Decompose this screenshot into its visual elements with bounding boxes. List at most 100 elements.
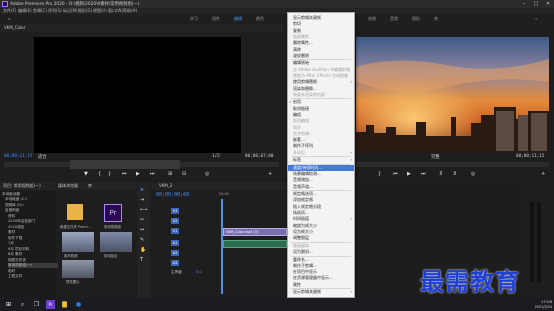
tree-item[interactable]: 软件下载 <box>8 236 58 241</box>
track-target[interactable]: A1 <box>171 240 179 246</box>
media-browser-tab[interactable]: 媒体浏览器 <box>58 182 78 190</box>
tree-item[interactable]: 本地驱动器 <box>2 192 52 197</box>
context-menu-item[interactable]: 调整图层 <box>288 235 354 241</box>
libraries-tab[interactable]: 库 <box>88 182 92 190</box>
workspace-tab[interactable]: 图形 <box>412 15 420 23</box>
task-view-icon[interactable]: ❐ <box>32 300 41 309</box>
tree-item[interactable]: 素材 <box>8 230 58 235</box>
step-back-icon[interactable]: ⏮ <box>393 171 398 177</box>
file-explorer-icon[interactable]: ▇ <box>60 300 69 309</box>
step-forward-icon[interactable]: ⏭ <box>421 171 426 177</box>
step-back-icon[interactable]: ⏮ <box>122 171 127 177</box>
tree-item[interactable]: 百度网盘 <box>5 208 55 213</box>
mark-out-icon[interactable]: } <box>378 171 381 177</box>
workspace-tab-active[interactable]: 编辑 <box>234 15 242 23</box>
workspace-tab[interactable]: 库 <box>434 15 438 23</box>
workspace-tab[interactable]: 音频 <box>390 15 398 23</box>
track-target[interactable]: A2 <box>171 250 179 256</box>
search-icon[interactable]: ⌕ <box>18 300 27 309</box>
context-menu-item[interactable]: 多机位 › <box>288 150 354 156</box>
step-forward-icon[interactable]: ⏭ <box>150 171 155 177</box>
track-select-tool-icon[interactable]: ⇥ <box>140 197 144 203</box>
context-menu-item[interactable]: 标签 › <box>288 157 354 163</box>
search-icon[interactable]: ⌕ <box>535 15 537 23</box>
extract-icon[interactable]: ⊻ <box>453 171 457 177</box>
tree-item[interactable]: 视频库 (D:) <box>5 203 55 208</box>
track-target[interactable]: V2 <box>171 218 179 224</box>
context-menu-item[interactable]: 音频声道... <box>288 184 354 190</box>
track-target[interactable]: V3 <box>171 208 179 214</box>
play-icon[interactable]: ▶ <box>136 171 140 177</box>
clock-time[interactable]: 17:06 <box>524 299 552 304</box>
add-button-icon[interactable]: + <box>541 171 545 177</box>
mark-out-icon[interactable]: } <box>108 171 111 177</box>
program-scrubber[interactable] <box>356 162 549 167</box>
tree-item[interactable]: 工程文件 <box>8 274 58 279</box>
tree-item[interactable]: 2020调色 <box>8 225 58 230</box>
timeline-ruler[interactable]: 00;00 <box>219 192 287 198</box>
mark-in-icon[interactable]: { <box>98 171 101 177</box>
home-icon[interactable]: ⌂ <box>8 15 11 23</box>
selection-tool-icon[interactable]: ➤ <box>140 187 144 193</box>
insert-icon[interactable]: ⊞ <box>168 171 172 177</box>
slip-tool-icon[interactable]: ↔ <box>140 227 144 233</box>
context-menu-item[interactable]: 显示剪辑关键帧 › <box>288 289 354 295</box>
windows-start-icon[interactable]: ⊞ <box>4 300 13 309</box>
export-frame-icon[interactable]: ◎ <box>471 171 475 177</box>
master-value[interactable]: 0.0 <box>196 270 202 274</box>
clock-date[interactable]: 2021/3/24 <box>520 305 552 309</box>
context-menu-item[interactable]: 属性 <box>288 282 354 288</box>
marker-icon[interactable]: ▼ <box>84 171 88 177</box>
context-menu-item[interactable]: 设为脱机... <box>288 249 354 255</box>
source-fit-select[interactable]: 适合 <box>38 154 47 160</box>
context-menu-item[interactable]: 恢复未渲染的内容 <box>288 92 354 98</box>
audio-clip[interactable] <box>223 240 287 248</box>
tree-item[interactable]: 资料 <box>8 214 58 219</box>
ripple-edit-tool-icon[interactable]: ⟷ <box>140 207 147 213</box>
premiere-taskbar-icon[interactable]: Pr <box>46 300 55 309</box>
source-zoom-select[interactable]: 1/2 <box>212 154 220 159</box>
play-icon[interactable]: ▶ <box>407 171 411 177</box>
hand-tool-icon[interactable]: ✋ <box>140 247 146 253</box>
add-button-icon[interactable]: + <box>268 171 272 177</box>
timeline-timecode[interactable]: 00;00;00;00 <box>156 192 189 198</box>
maximize-button[interactable]: □ <box>530 0 542 8</box>
browser-icon[interactable]: ● <box>74 300 83 309</box>
tree-item[interactable]: 8月 素材 <box>8 252 58 257</box>
track-target[interactable]: V1 <box>171 228 179 234</box>
premiere-project-icon[interactable]: Pr <box>104 204 122 222</box>
workspace-tab[interactable]: 效果 <box>368 15 376 23</box>
folder-thumbnail[interactable] <box>64 204 86 224</box>
type-tool-icon[interactable]: T <box>140 257 143 263</box>
tree-item[interactable]: 视频文件夹 <box>8 258 58 263</box>
tree-item[interactable]: 7月 <box>8 241 58 246</box>
tree-item-selected[interactable]: 常用视频组(一) <box>8 263 58 268</box>
close-button[interactable]: ✕ <box>542 0 554 8</box>
lift-icon[interactable]: ⊼ <box>439 171 443 177</box>
context-menu-item-label: 替换为 After Effects 合成图像 <box>293 72 349 78</box>
tree-item[interactable]: 本地磁盘 (C:) <box>5 197 55 202</box>
tree-item[interactable]: 9月 项目材料 <box>8 247 58 252</box>
project-tab[interactable]: 项目: 常用视频组(一) <box>3 182 41 190</box>
video-thumbnail[interactable] <box>62 260 94 278</box>
pen-tool-icon[interactable]: ✎ <box>140 237 144 243</box>
video-thumbnail[interactable] <box>62 232 94 252</box>
tree-item[interactable]: 临时 <box>8 269 58 274</box>
source-timecode[interactable]: 00;00;11;15 <box>4 154 32 159</box>
tree-item[interactable]: 2020年后各部门 <box>8 219 58 224</box>
source-in-out-bar[interactable] <box>70 160 180 169</box>
context-menu-item[interactable]: 波纹删除 <box>288 53 354 59</box>
program-fit-select[interactable]: 完整 <box>431 154 440 160</box>
overwrite-icon[interactable]: ⊟ <box>182 171 186 177</box>
export-frame-icon[interactable]: ◎ <box>205 171 209 177</box>
workspace-tab[interactable]: 学习 <box>190 15 198 23</box>
razor-tool-icon[interactable]: ✂ <box>140 217 144 223</box>
video-clip[interactable]: VKM_Color.mp4 [V] <box>223 228 287 236</box>
video-thumbnail[interactable] <box>100 232 132 252</box>
track-target[interactable]: A3 <box>171 260 179 266</box>
sequence-tab[interactable]: VKM_2 <box>159 182 172 190</box>
source-tab[interactable]: VKM_Color <box>4 24 25 32</box>
minimize-button[interactable]: – <box>518 0 530 8</box>
workspace-tab[interactable]: 颜色 <box>256 15 264 23</box>
workspace-tab[interactable]: 组件 <box>212 15 220 23</box>
